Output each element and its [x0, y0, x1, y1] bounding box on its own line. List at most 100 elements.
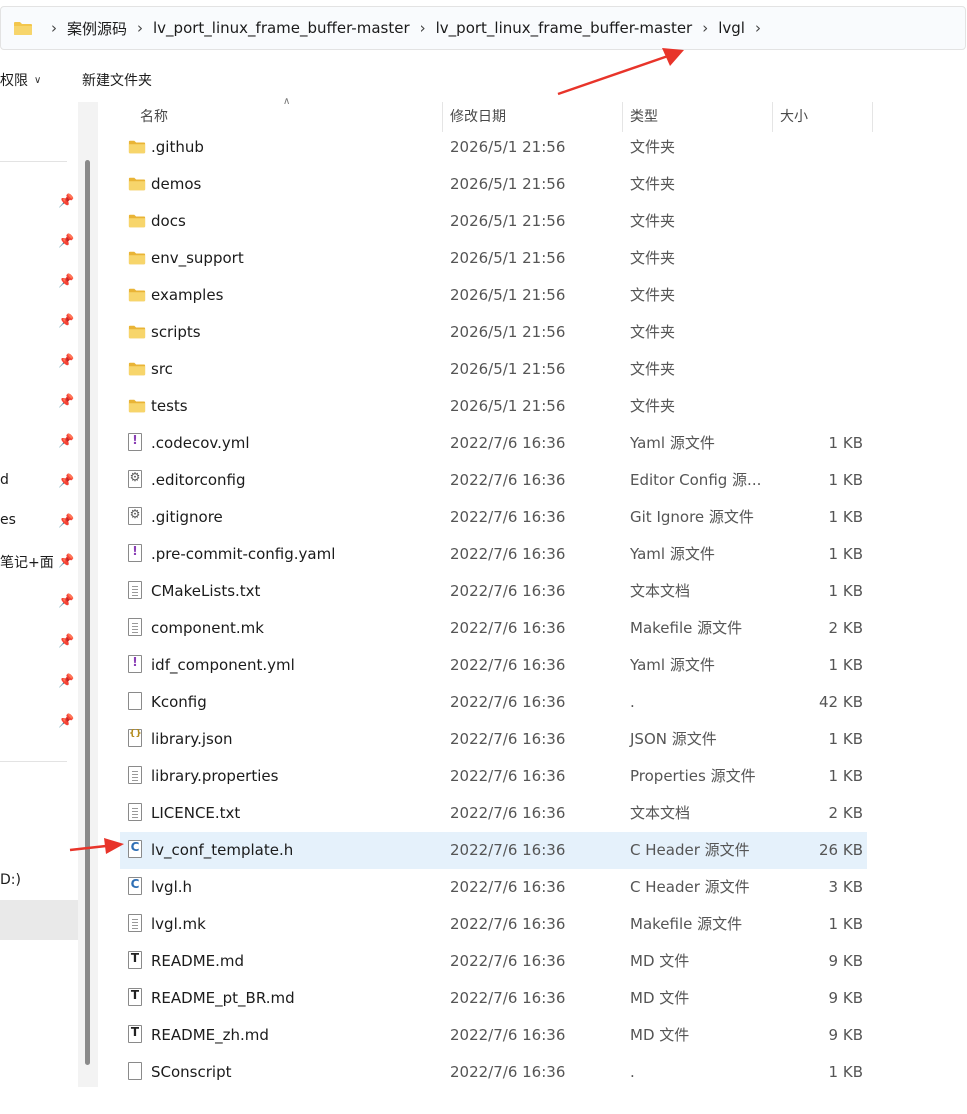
file-type: Editor Config 源... [630, 471, 762, 489]
file-name[interactable]: lvgl.h [151, 869, 192, 906]
file-name[interactable]: lvgl.mk [151, 906, 206, 943]
file-row[interactable]: .github 2026/5/1 21:56 文件夹 [120, 129, 867, 166]
file-row[interactable]: src 2026/5/1 21:56 文件夹 [120, 351, 867, 388]
file-name[interactable]: scripts [151, 314, 201, 351]
file-name[interactable]: SConscript [151, 1054, 231, 1091]
column-type[interactable]: 类型 [630, 102, 658, 132]
file-name[interactable]: LICENCE.txt [151, 795, 240, 832]
file-size: 1 KB [828, 508, 863, 526]
file-row[interactable]: library.properties 2022/7/6 16:36 Properti… [120, 758, 867, 795]
column-separator[interactable] [772, 102, 773, 132]
file-row[interactable]: T README.md 2022/7/6 16:36 MD 文件 9 KB [120, 943, 867, 980]
file-name[interactable]: src [151, 351, 173, 388]
file-name[interactable]: library.json [151, 721, 233, 758]
address-bar[interactable]: › 案例源码 › lv_port_linux_frame_buffer-mast… [0, 6, 966, 50]
file-type: Makefile 源文件 [630, 915, 743, 933]
pin-icon: 📌 [58, 234, 75, 249]
file-name[interactable]: Kconfig [151, 684, 207, 721]
file-row[interactable]: T README_pt_BR.md 2022/7/6 16:36 MD 文件 9 KB [120, 980, 867, 1017]
file-row[interactable]: ! .pre-commit-config.yaml 2022/7/6 16:36 Ya… [120, 536, 867, 573]
file-row[interactable]: T README_zh.md 2022/7/6 16:36 MD 文件 9 KB [120, 1017, 867, 1054]
file-name[interactable]: .editorconfig [151, 462, 245, 499]
file-name[interactable]: library.properties [151, 758, 278, 795]
file-row[interactable]: Clvgl.h 2022/7/6 16:36 C Header 源文件 3 KB [120, 869, 867, 906]
file-row[interactable]: lvgl.mk 2022/7/6 16:36 Makefile 源文件 1 KB [120, 906, 867, 943]
file-row[interactable]: ! idf_component.yml 2022/7/6 16:36 Yaml 源文件… [120, 647, 867, 684]
column-name[interactable]: 名称 [140, 102, 168, 132]
column-separator[interactable] [622, 102, 623, 132]
file-modified: 2022/7/6 16:36 [450, 915, 566, 933]
breadcrumb-item-lvgl[interactable]: lvgl [718, 19, 745, 37]
column-size[interactable]: 大小 [780, 102, 808, 132]
file-name[interactable]: docs [151, 203, 186, 240]
scrollbar-thumb[interactable] [85, 160, 90, 1065]
file-name[interactable]: README_pt_BR.md [151, 980, 295, 1017]
text-file-icon [128, 581, 142, 599]
file-name[interactable]: .gitignore [151, 499, 223, 536]
nav-item-partial-2[interactable]: es [0, 512, 16, 528]
file-name[interactable]: idf_component.yml [151, 647, 295, 684]
nav-item-selected[interactable] [0, 900, 78, 940]
file-row[interactable]: env_support 2026/5/1 21:56 文件夹 [120, 240, 867, 277]
file-name[interactable]: CMakeLists.txt [151, 573, 260, 610]
file-row[interactable]: tests 2026/5/1 21:56 文件夹 [120, 388, 867, 425]
column-modified[interactable]: 修改日期 [450, 102, 506, 132]
file-name[interactable]: lv_conf_template.h [151, 832, 293, 869]
folder-icon [128, 362, 146, 376]
file-type: Yaml 源文件 [630, 545, 715, 563]
file-modified: 2022/7/6 16:36 [450, 878, 566, 896]
text-file-icon [128, 618, 142, 636]
file-type: Properties 源文件 [630, 767, 756, 785]
file-name[interactable]: demos [151, 166, 201, 203]
nav-divider [0, 161, 67, 162]
pin-icon: 📌 [58, 514, 75, 529]
file-modified: 2022/7/6 16:36 [450, 1026, 566, 1044]
folder-icon [128, 251, 146, 265]
file-name[interactable]: README.md [151, 943, 244, 980]
file-name[interactable]: .pre-commit-config.yaml [151, 536, 335, 573]
file-row[interactable]: examples 2026/5/1 21:56 文件夹 [120, 277, 867, 314]
file-name[interactable]: env_support [151, 240, 244, 277]
file-name[interactable]: component.mk [151, 610, 264, 647]
file-type: C Header 源文件 [630, 878, 750, 896]
file-row-selected[interactable]: Clv_conf_template.h 2022/7/6 16:36 C Heade… [120, 832, 867, 869]
file-size: 26 KB [819, 841, 863, 859]
file-name[interactable]: .codecov.yml [151, 425, 250, 462]
file-name[interactable]: README_zh.md [151, 1017, 269, 1054]
new-folder-button[interactable]: 新建文件夹 [82, 58, 152, 102]
file-row[interactable]: Kconfig 2022/7/6 16:36. 42 KB [120, 684, 867, 721]
file-name[interactable]: examples [151, 277, 223, 314]
chevron-right-icon[interactable]: › [755, 19, 761, 37]
file-size: 1 KB [828, 730, 863, 748]
breadcrumb-item-port-master-2[interactable]: lv_port_linux_frame_buffer-master [436, 19, 693, 37]
column-separator[interactable] [442, 102, 443, 132]
nav-item-drive-d[interactable]: D:) [0, 872, 21, 888]
file-row[interactable]: ⚙ .gitignore 2022/7/6 16:36 Git Ignore 源文件 1… [120, 499, 867, 536]
file-size: 1 KB [828, 434, 863, 452]
file-row[interactable]: SConscript 2022/7/6 16:36. 1 KB [120, 1054, 867, 1091]
nav-divider [0, 761, 67, 762]
file-row[interactable]: scripts 2026/5/1 21:56 文件夹 [120, 314, 867, 351]
blank-file-icon [128, 692, 142, 710]
file-size: 1 KB [828, 545, 863, 563]
nav-scrollbar[interactable] [78, 102, 98, 1087]
yaml-file-icon: ! [128, 433, 142, 451]
file-row[interactable]: LICENCE.txt 2022/7/6 16:36 文本文档 2 KB [120, 795, 867, 832]
breadcrumb-item-port-master-1[interactable]: lv_port_linux_frame_buffer-master [153, 19, 410, 37]
column-separator[interactable] [872, 102, 873, 132]
file-row[interactable]: {} library.json 2022/7/6 16:36 JSON 源文件 1 KB [120, 721, 867, 758]
file-name[interactable]: .github [151, 129, 204, 166]
file-row[interactable]: ⚙ .editorconfig 2022/7/6 16:36 Editor Confi… [120, 462, 867, 499]
file-row[interactable]: ! .codecov.yml 2022/7/6 16:36 Yaml 源文件 1 KB [120, 425, 867, 462]
nav-item-partial-3[interactable]: 笔记+面 [0, 552, 58, 572]
file-row[interactable]: docs 2026/5/1 21:56 文件夹 [120, 203, 867, 240]
chevron-right-icon: › [419, 19, 426, 37]
sort-ascending-icon: ∧ [283, 96, 291, 107]
file-name[interactable]: tests [151, 388, 188, 425]
file-row[interactable]: CMakeLists.txt 2022/7/6 16:36 文本文档 1 KB [120, 573, 867, 610]
file-row[interactable]: demos 2026/5/1 21:56 文件夹 [120, 166, 867, 203]
permission-button[interactable]: 权限 ∨ [0, 58, 41, 102]
breadcrumb-item-case-source[interactable]: 案例源码 [67, 18, 127, 39]
file-row[interactable]: component.mk 2022/7/6 16:36 Makefile 源文件 2 … [120, 610, 867, 647]
nav-item-partial-1[interactable]: d [0, 472, 9, 488]
